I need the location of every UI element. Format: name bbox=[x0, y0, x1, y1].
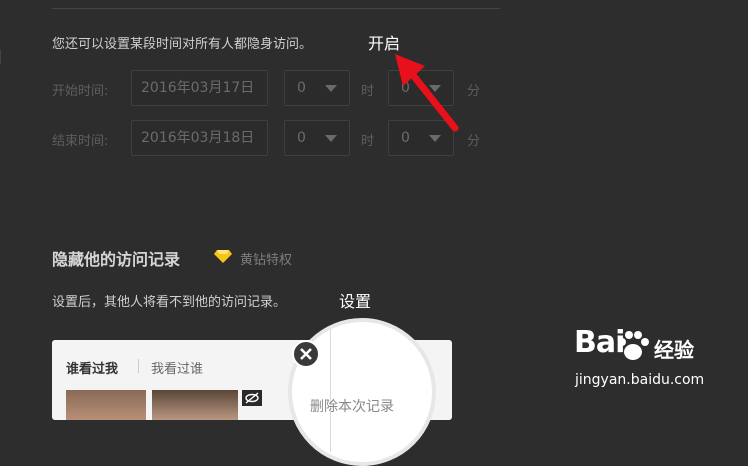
chevron-down-icon bbox=[325, 135, 337, 142]
hide-records-description: 设置后，其他人将看不到他的访问记录。 bbox=[52, 295, 287, 310]
start-hour-select[interactable]: 0 bbox=[284, 70, 350, 106]
invisible-visit-description: 您还可以设置某段时间对所有人都隐身访问。 bbox=[52, 37, 313, 52]
tab-who-visited-me[interactable]: 谁看过我 bbox=[66, 358, 118, 377]
edge-tick bbox=[0, 50, 1, 64]
start-minute-unit: 分 bbox=[467, 84, 481, 99]
end-hour-unit: 时 bbox=[361, 134, 375, 149]
end-time-label: 结束时间: bbox=[52, 134, 109, 149]
end-hour-select[interactable]: 0 bbox=[284, 120, 350, 156]
yellow-diamond-icon bbox=[214, 250, 232, 263]
start-time-label: 开始时间: bbox=[52, 84, 109, 99]
divider bbox=[330, 322, 331, 452]
end-hour-value: 0 bbox=[297, 130, 306, 146]
avatar bbox=[66, 390, 146, 420]
end-date-input[interactable]: 2016年03月18日 bbox=[131, 120, 268, 156]
start-hour-value: 0 bbox=[297, 80, 306, 96]
jingyan-logo-text: 经验 bbox=[654, 338, 694, 362]
annotation-arrow-icon bbox=[395, 54, 459, 132]
tab-separator bbox=[138, 359, 139, 373]
paw-icon bbox=[618, 331, 649, 360]
eye-hidden-icon[interactable] bbox=[242, 390, 262, 406]
chevron-down-icon bbox=[429, 135, 441, 142]
delete-record-action[interactable]: 删除本次记录 bbox=[310, 396, 394, 416]
section-divider bbox=[52, 8, 500, 9]
close-button[interactable] bbox=[292, 340, 320, 368]
hide-records-title: 隐藏他的访问记录 bbox=[52, 250, 181, 269]
tab-who-i-visited[interactable]: 我看过谁 bbox=[151, 358, 203, 377]
vip-badge-label: 黄钻特权 bbox=[240, 253, 293, 268]
end-minute-unit: 分 bbox=[467, 134, 481, 149]
avatar bbox=[152, 390, 238, 420]
start-hour-unit: 时 bbox=[361, 84, 375, 99]
close-icon bbox=[300, 348, 312, 360]
setting-button[interactable]: 设置 bbox=[339, 288, 371, 312]
chevron-down-icon bbox=[325, 85, 337, 92]
watermark-url: jingyan.baidu.com bbox=[575, 372, 705, 388]
start-date-input[interactable]: 2016年03月17日 bbox=[131, 70, 268, 106]
